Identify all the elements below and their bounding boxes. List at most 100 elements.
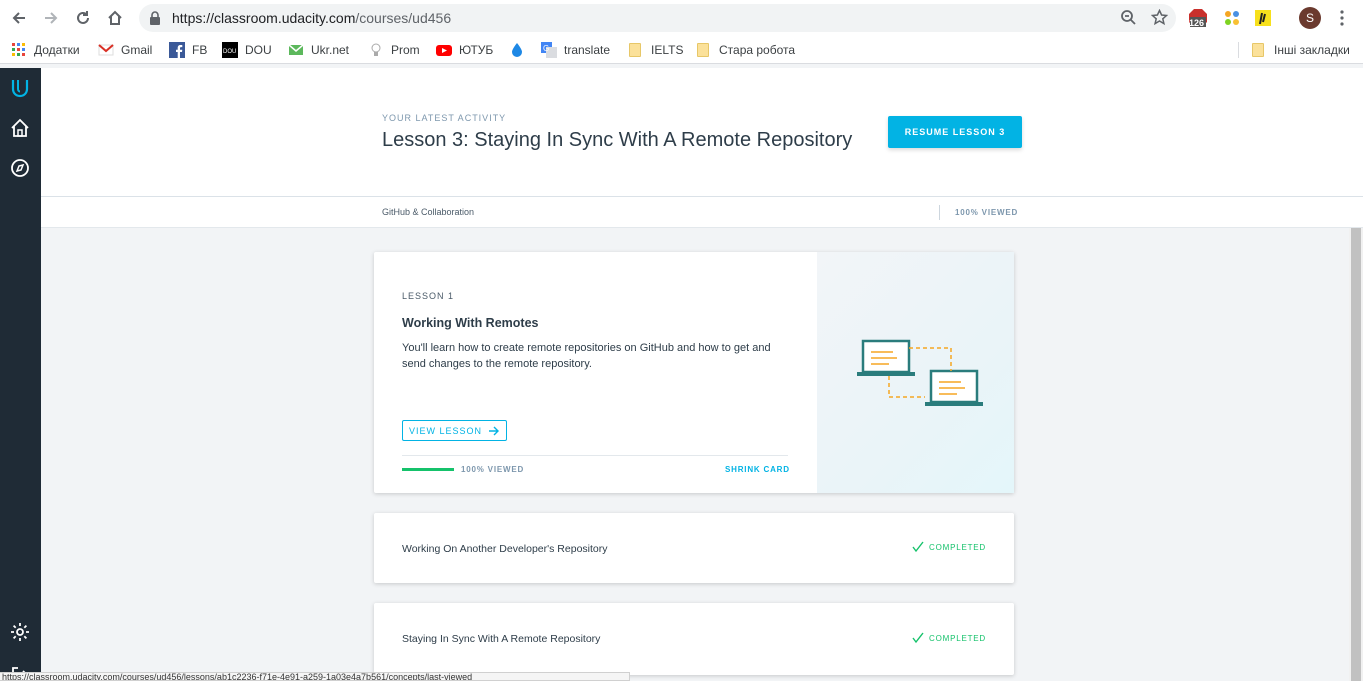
zoom-icon[interactable] bbox=[1120, 9, 1137, 26]
lesson-title: Working With Remotes bbox=[402, 316, 539, 330]
bookmarks-divider bbox=[1238, 42, 1239, 58]
bookmark-translate[interactable]: G translate bbox=[541, 41, 610, 59]
profile-avatar[interactable]: S bbox=[1299, 7, 1321, 29]
svg-text:DOU: DOU bbox=[223, 49, 236, 55]
bookmark-label: Ukr.net bbox=[311, 43, 350, 57]
bookmark-dou[interactable]: DOU DOU bbox=[222, 41, 272, 59]
bookmark-label: translate bbox=[564, 43, 611, 57]
adblock-extension-icon[interactable]: 126 bbox=[1188, 8, 1208, 28]
bookmark-label: FB bbox=[192, 43, 208, 57]
lock-icon bbox=[150, 11, 160, 25]
bookmark-star-icon[interactable] bbox=[1151, 9, 1168, 26]
bookmark-label: Додатки bbox=[34, 43, 80, 57]
completed-badge: COMPLETED bbox=[912, 632, 986, 644]
lesson-progress-bar bbox=[402, 468, 454, 471]
scrollbar-thumb[interactable] bbox=[1351, 228, 1361, 681]
bookmark-label: Інші закладки bbox=[1274, 43, 1350, 57]
bookmark-ukrnet[interactable]: Ukr.net bbox=[288, 41, 349, 59]
latest-activity-header: YOUR LATEST ACTIVITY Lesson 3: Staying I… bbox=[41, 68, 1363, 197]
reload-icon bbox=[77, 11, 89, 24]
laptops-illustration bbox=[857, 339, 983, 406]
folder-icon bbox=[1252, 43, 1264, 57]
bookmark-drop[interactable] bbox=[509, 41, 532, 59]
bookmark-label: Стара робота bbox=[719, 43, 796, 57]
paw-extension-icon[interactable] bbox=[1222, 8, 1242, 28]
lesson-progress-fill bbox=[402, 468, 454, 471]
link-status-bar: https://classroom.udacity.com/courses/ud… bbox=[0, 672, 630, 681]
card-divider bbox=[402, 455, 788, 456]
arrow-left-icon bbox=[12, 12, 25, 24]
ukrnet-icon bbox=[288, 44, 304, 55]
folder-icon bbox=[629, 43, 641, 57]
completed-badge: COMPLETED bbox=[912, 541, 986, 553]
completed-label: COMPLETED bbox=[929, 633, 986, 643]
apps-grid-icon bbox=[12, 43, 25, 56]
lesson-title: Staying In Sync With A Remote Repository bbox=[402, 633, 601, 645]
menu-kebab-icon[interactable] bbox=[1335, 9, 1349, 27]
bookmark-fb[interactable]: FB bbox=[169, 41, 207, 59]
bookmark-label: ЮТУБ bbox=[459, 43, 494, 57]
extension-badge: 126 bbox=[1189, 18, 1205, 28]
lesson-title: Working On Another Developer's Repositor… bbox=[402, 543, 608, 555]
lesson-card[interactable]: Staying In Sync With A Remote Repository… bbox=[374, 603, 1014, 675]
bookmark-label: Prom bbox=[391, 43, 420, 57]
lesson-progress-label: 100% VIEWED bbox=[461, 465, 525, 474]
settings-gear-icon[interactable] bbox=[9, 621, 31, 643]
bookmark-youtube[interactable]: ЮТУБ bbox=[436, 41, 493, 59]
latest-activity-label: YOUR LATEST ACTIVITY bbox=[382, 113, 507, 123]
url-path: /courses/ud456 bbox=[355, 10, 452, 26]
lesson-number: LESSON 1 bbox=[402, 291, 455, 301]
yellow-extension-icon[interactable] bbox=[1253, 8, 1273, 28]
checkmark-icon bbox=[912, 632, 924, 644]
bookmark-label: DOU bbox=[245, 43, 272, 57]
bookmarks-bar: Додатки Gmail FB DOU DOU Ukr.net Prom ЮТ… bbox=[0, 36, 1363, 64]
address-bar[interactable]: https://classroom.udacity.com/courses/ud… bbox=[139, 4, 1176, 32]
back-button[interactable] bbox=[3, 0, 35, 36]
water-drop-icon bbox=[512, 43, 522, 57]
lesson-illustration bbox=[817, 252, 1014, 493]
bookmark-folder-ielts[interactable]: IELTS bbox=[629, 41, 683, 59]
svg-text:G: G bbox=[543, 44, 549, 53]
completed-label: COMPLETED bbox=[929, 542, 986, 552]
folder-icon bbox=[697, 43, 709, 57]
reload-button[interactable] bbox=[67, 0, 99, 36]
url-host: https://classroom.udacity.com bbox=[172, 10, 356, 26]
subbar-divider bbox=[939, 205, 940, 220]
arrow-right-icon bbox=[489, 426, 499, 435]
lesson-description: You'll learn how to create remote reposi… bbox=[402, 342, 771, 370]
dou-icon: DOU bbox=[222, 42, 238, 58]
resume-lesson-button[interactable]: RESUME LESSON 3 bbox=[888, 116, 1022, 148]
page-scrollbar[interactable] bbox=[1349, 228, 1363, 681]
compass-icon[interactable] bbox=[9, 157, 31, 179]
course-subbar: GitHub & Collaboration 100% VIEWED bbox=[41, 197, 1363, 228]
page-title: Lesson 3: Staying In Sync With A Remote … bbox=[382, 129, 853, 151]
profile-initial: S bbox=[1305, 11, 1314, 25]
course-viewed-status: 100% VIEWED bbox=[955, 208, 1019, 217]
gmail-icon bbox=[98, 44, 114, 56]
home-button[interactable] bbox=[99, 0, 131, 36]
lesson-card[interactable]: Working On Another Developer's Repositor… bbox=[374, 513, 1014, 583]
bookmark-apps[interactable]: Додатки bbox=[11, 41, 80, 59]
home-icon bbox=[108, 10, 122, 25]
udacity-logo-icon[interactable] bbox=[9, 77, 31, 99]
bookmark-label: Gmail bbox=[121, 43, 153, 57]
bookmark-folder-old-work[interactable]: Стара робота bbox=[697, 41, 795, 59]
bookmark-other-folder[interactable]: Інші закладки bbox=[1252, 41, 1350, 59]
lightbulb-icon bbox=[371, 43, 381, 56]
view-lesson-label: VIEW LESSON bbox=[408, 425, 482, 436]
facebook-icon bbox=[169, 42, 185, 58]
browser-toolbar: https://classroom.udacity.com/courses/ud… bbox=[0, 0, 1363, 36]
course-breadcrumb[interactable]: GitHub & Collaboration bbox=[382, 207, 474, 217]
arrow-right-icon bbox=[45, 12, 58, 24]
app-sidebar bbox=[0, 68, 41, 681]
bookmark-gmail[interactable]: Gmail bbox=[98, 41, 152, 59]
bookmark-label: IELTS bbox=[651, 43, 684, 57]
bookmark-prom[interactable]: Prom bbox=[368, 41, 420, 59]
view-lesson-button[interactable]: VIEW LESSON bbox=[402, 420, 507, 441]
translate-icon: G bbox=[541, 42, 557, 58]
youtube-icon bbox=[436, 45, 452, 56]
forward-button[interactable] bbox=[35, 0, 67, 36]
lesson-card-expanded: LESSON 1 Working With Remotes You'll lea… bbox=[374, 252, 1014, 493]
home-icon[interactable] bbox=[9, 117, 31, 139]
shrink-card-button[interactable]: SHRINK CARD bbox=[725, 465, 790, 474]
